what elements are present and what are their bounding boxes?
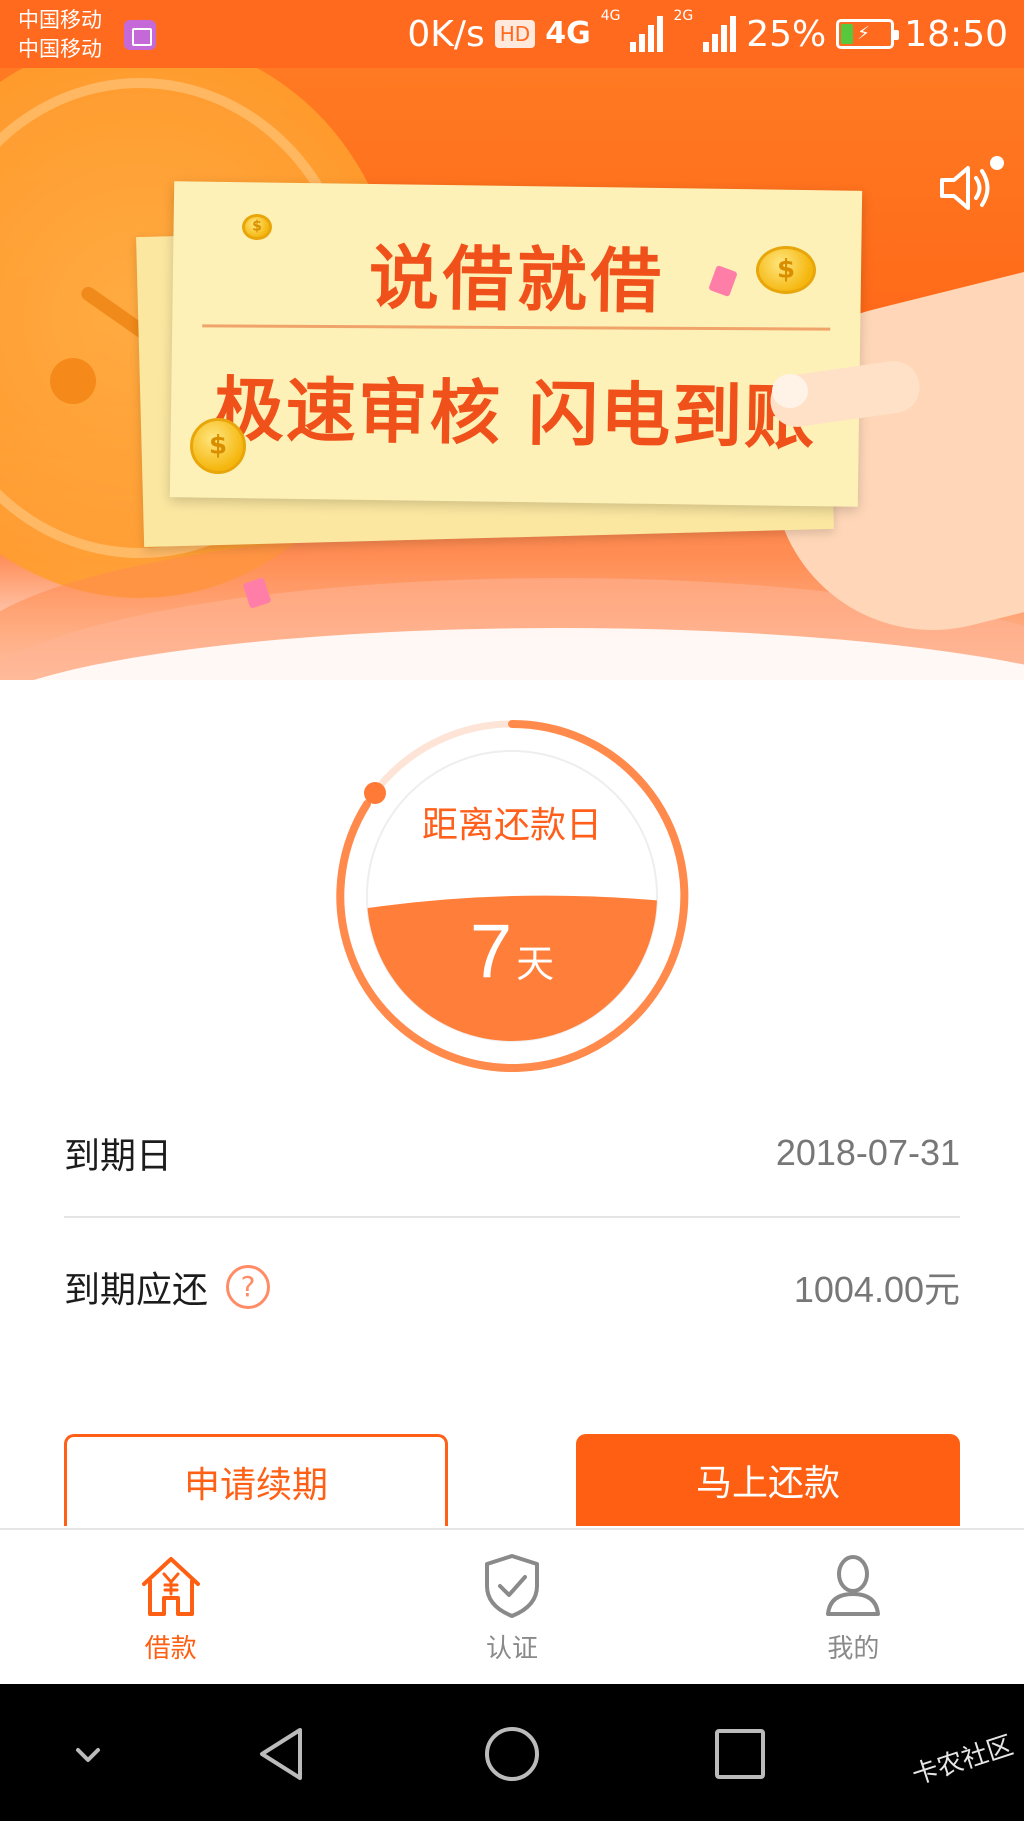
person-icon <box>826 1555 881 1616</box>
signal-strength-2-icon <box>703 16 737 52</box>
battery-fill <box>841 24 854 44</box>
bottom-tab-bar: 借款 认证 我的 <box>0 1528 1024 1684</box>
gallery-notification-icon <box>124 20 156 50</box>
clock-center <box>50 358 96 404</box>
tab-verify-label: 认证 <box>485 1634 538 1664</box>
fingernail-illustration <box>772 374 808 408</box>
countdown-value: 7天 <box>334 908 690 995</box>
notification-dot <box>990 156 1004 170</box>
promo-paper: 说借就借 极速审核 闪电到账 <box>169 181 863 507</box>
countdown-label: 距离还款日 <box>421 805 602 846</box>
tab-loan-label: 借款 <box>144 1634 197 1664</box>
signal-2-label: 2G <box>673 8 694 24</box>
repay-now-button[interactable]: 马上还款 <box>576 1434 960 1526</box>
countdown-unit: 天 <box>516 942 555 986</box>
coin-icon <box>190 418 246 474</box>
due-amount-row: 到期应还 ? 1004.00元 <box>64 1247 960 1327</box>
network-type-1: 4G <box>545 16 591 51</box>
home-circle-icon[interactable] <box>472 1714 552 1794</box>
signal-1-label: 4G <box>600 8 621 24</box>
repayment-countdown: 距离还款日 7天 <box>334 718 690 1074</box>
row-divider <box>64 1216 960 1218</box>
tab-mine[interactable]: 我的 <box>683 1530 1024 1684</box>
house-yuan-icon <box>141 1557 200 1616</box>
charging-icon: ⚡ <box>857 23 870 44</box>
tab-verify[interactable]: 认证 <box>341 1530 682 1684</box>
network-speed: 0K/s <box>407 13 485 55</box>
recent-apps-square-icon[interactable] <box>700 1714 780 1794</box>
carrier-2: 中国移动 <box>18 37 102 61</box>
chevron-down-icon[interactable] <box>48 1714 128 1794</box>
speaker-icon[interactable] <box>936 158 996 218</box>
carrier-info: 中国移动 中国移动 <box>18 6 102 64</box>
carrier-1: 中国移动 <box>18 8 102 32</box>
battery-icon: ⚡ <box>836 19 900 49</box>
back-triangle-icon[interactable] <box>244 1714 324 1794</box>
coin-icon <box>242 214 272 240</box>
slogan-line-2: 极速审核 闪电到账 <box>213 368 817 460</box>
due-date-label: 到期日 <box>64 1136 173 1177</box>
coin-icon <box>756 246 816 294</box>
status-indicators: 0K/s HD 4G 4G 2G 25% ⚡ 18:50 <box>407 8 1008 60</box>
system-nav-bar <box>0 1684 1024 1821</box>
tab-mine-label: 我的 <box>827 1634 880 1664</box>
apply-renewal-button[interactable]: 申请续期 <box>64 1434 448 1526</box>
status-bar: 中国移动 中国移动 0K/s HD 4G 4G 2G 25% ⚡ 18:50 <box>0 0 1024 68</box>
due-date-row: 到期日 2018-07-31 <box>64 1113 960 1193</box>
countdown-days: 7 <box>469 909 513 994</box>
shield-check-icon <box>484 1554 539 1618</box>
clock-time: 18:50 <box>904 13 1008 55</box>
help-icon[interactable]: ? <box>226 1265 271 1309</box>
due-amount-value: 1004.00元 <box>793 1269 960 1310</box>
hd-badge: HD <box>494 20 536 48</box>
due-date-value: 2018-07-31 <box>775 1132 960 1173</box>
countdown-ring-icon <box>336 720 689 1072</box>
battery-percent: 25% <box>746 13 827 55</box>
promo-banner[interactable]: 说借就借 极速审核 闪电到账 <box>0 68 1024 680</box>
due-amount-label-group: 到期应还 ? <box>64 1261 271 1313</box>
due-amount-label: 到期应还 <box>64 1270 209 1311</box>
network-type-1-label: 4G <box>545 16 591 51</box>
signal-strength-1-icon <box>630 16 664 52</box>
tab-loan[interactable]: 借款 <box>0 1530 341 1684</box>
